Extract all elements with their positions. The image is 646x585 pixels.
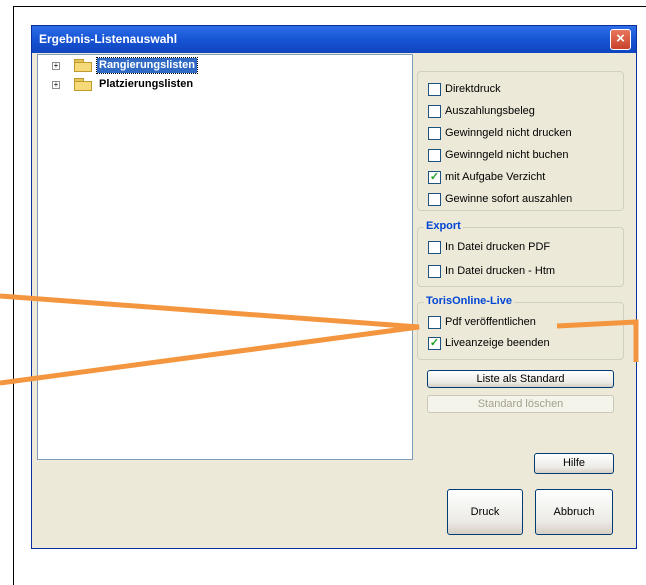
callout-line-left — [0, 293, 420, 386]
callout-line-right — [556, 319, 639, 362]
annotation-arrows — [0, 293, 639, 386]
